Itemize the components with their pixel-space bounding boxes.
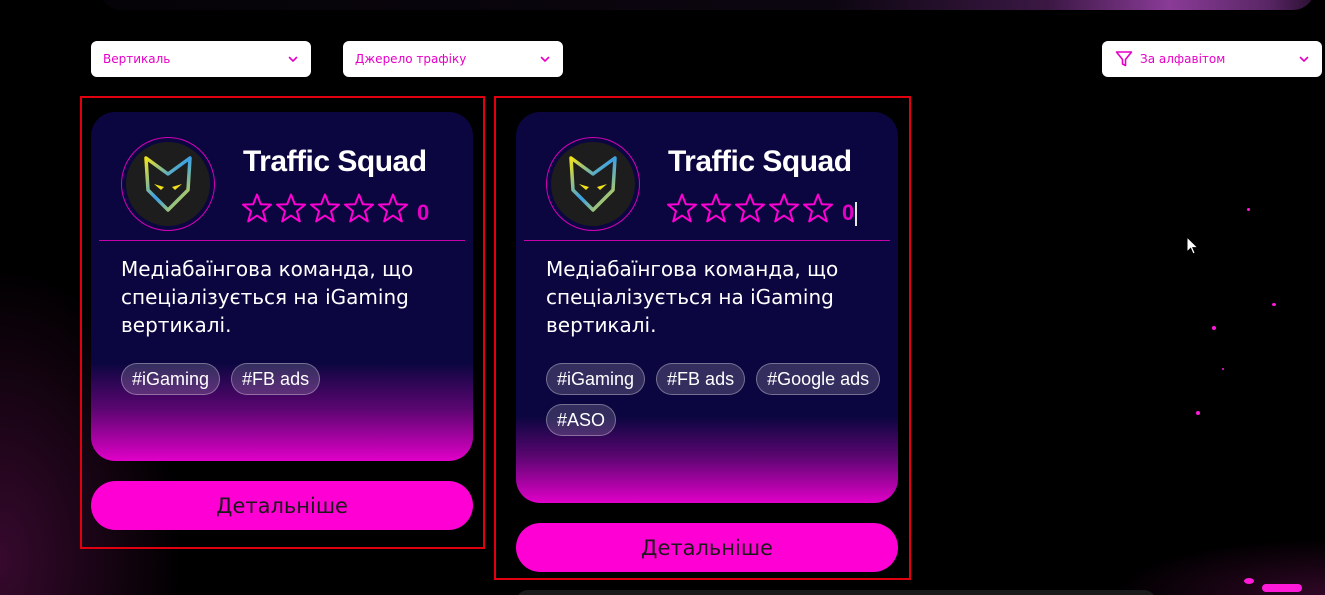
- traffic-source-filter-dropdown[interactable]: Джерело трафіку: [343, 41, 563, 77]
- tag-chip[interactable]: #FB ads: [231, 363, 321, 395]
- details-button[interactable]: Детальніше: [516, 523, 898, 572]
- star-outline-icon[interactable]: [377, 192, 409, 224]
- rating-value: 0: [417, 200, 430, 225]
- paint-splash: [1212, 326, 1216, 330]
- filter-icon: [1115, 51, 1133, 67]
- card-divider: [524, 240, 890, 241]
- tag-list: #iGaming #FB ads: [121, 363, 461, 395]
- tag-chip[interactable]: #iGaming: [546, 363, 646, 395]
- chevron-down-icon: [1299, 56, 1309, 62]
- chevron-down-icon: [540, 56, 550, 62]
- star-rating[interactable]: [666, 192, 834, 224]
- vertical-filter-dropdown[interactable]: Вертикаль: [91, 41, 311, 77]
- star-outline-icon[interactable]: [241, 192, 273, 224]
- team-description: Медіабаїнгова команда, що спеціалізуєтьс…: [546, 257, 839, 337]
- star-outline-icon[interactable]: [666, 192, 698, 224]
- team-logo: [546, 137, 640, 231]
- card-divider: [99, 240, 465, 241]
- chevron-down-icon: [288, 56, 298, 62]
- sort-dropdown[interactable]: За алфавітом: [1102, 41, 1322, 77]
- mouse-cursor-icon: [1186, 236, 1200, 255]
- tag-chip[interactable]: #FB ads: [656, 363, 746, 395]
- tag-list: #iGaming #FB ads #Google ads #ASO: [546, 363, 886, 436]
- text-caret: [855, 202, 857, 226]
- vertical-filter-label: Вертикаль: [103, 52, 171, 66]
- team-description: Медіабаїнгова команда, що спеціалізуєтьс…: [121, 257, 414, 337]
- star-outline-icon[interactable]: [734, 192, 766, 224]
- sort-label: За алфавітом: [1140, 52, 1226, 66]
- star-outline-icon[interactable]: [343, 192, 375, 224]
- hero-banner-bottom: [100, 0, 1315, 10]
- fox-logo-icon: [144, 156, 192, 212]
- team-title: Traffic Squad: [243, 145, 427, 178]
- rating-value: 0: [842, 200, 855, 225]
- details-button[interactable]: Детальніше: [91, 481, 473, 530]
- star-rating[interactable]: [241, 192, 409, 224]
- paint-splash: [1247, 208, 1250, 211]
- paint-splash: [1244, 578, 1254, 584]
- team-card[interactable]: Traffic Squad 0 Медіабаїнгова команда, щ…: [516, 112, 898, 503]
- tag-chip[interactable]: #ASO: [546, 404, 617, 436]
- paint-splash: [1262, 584, 1302, 592]
- paint-splash: [1272, 303, 1276, 306]
- team-card[interactable]: Traffic Squad 0 Медіабаїнгова команда, щ…: [91, 112, 473, 461]
- team-logo: [121, 137, 215, 231]
- tag-chip[interactable]: #iGaming: [121, 363, 221, 395]
- team-title: Traffic Squad: [668, 145, 852, 178]
- paint-splash: [1222, 368, 1224, 370]
- next-section-edge: [516, 590, 1156, 595]
- star-outline-icon[interactable]: [309, 192, 341, 224]
- star-outline-icon[interactable]: [275, 192, 307, 224]
- tag-chip[interactable]: #Google ads: [756, 363, 881, 395]
- paint-splash: [1196, 411, 1200, 415]
- star-outline-icon[interactable]: [700, 192, 732, 224]
- fox-logo-icon: [569, 156, 617, 212]
- traffic-source-filter-label: Джерело трафіку: [355, 52, 467, 66]
- star-outline-icon[interactable]: [802, 192, 834, 224]
- star-outline-icon[interactable]: [768, 192, 800, 224]
